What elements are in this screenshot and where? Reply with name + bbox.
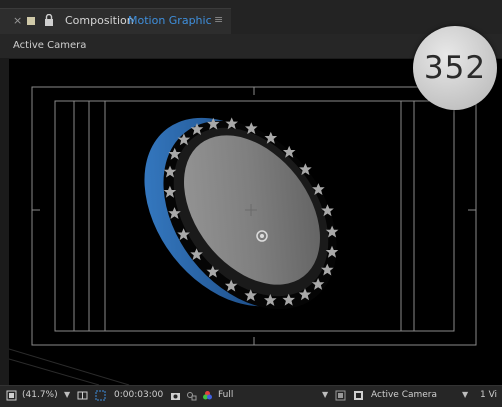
resolution-select[interactable]: Full xyxy=(218,390,233,400)
close-icon[interactable]: × xyxy=(13,14,22,27)
grid-guides-icon[interactable] xyxy=(77,390,88,401)
color-channel-icon[interactable] xyxy=(202,390,213,401)
show-snapshot-icon[interactable] xyxy=(186,390,197,401)
current-time[interactable]: 0:00:03:00 xyxy=(114,390,163,400)
page-number-badge: 352 xyxy=(413,26,497,110)
dropdown-arrow-icon[interactable]: ▼ xyxy=(322,390,328,399)
viewer-toolbar: (41.7%) ▼ 0:00:03:00 Full ▼ Active Camer… xyxy=(0,385,502,407)
active-camera-label: Active Camera xyxy=(13,40,87,51)
magnification-value[interactable]: (41.7%) xyxy=(22,390,58,400)
composition-viewer[interactable] xyxy=(9,59,502,385)
region-of-interest-icon[interactable] xyxy=(95,390,106,401)
panel-menu-icon[interactable]: ≡ xyxy=(214,13,223,26)
always-preview-icon[interactable] xyxy=(6,390,17,401)
panel-tab-bar: × Composition Motion Graphic ≡ xyxy=(0,0,502,35)
lock-icon[interactable] xyxy=(44,14,54,26)
coin-graphic[interactable] xyxy=(109,84,372,342)
view-layout-select[interactable]: 1 Vi xyxy=(480,390,497,400)
composition-tab[interactable]: × Composition Motion Graphic ≡ xyxy=(0,8,231,35)
color-swatch-icon xyxy=(27,17,35,25)
tab-label: Composition xyxy=(65,14,134,27)
3d-view-icon[interactable] xyxy=(353,390,364,401)
snapshot-icon[interactable] xyxy=(170,390,181,401)
camera-select[interactable]: Active Camera xyxy=(371,390,437,400)
viewer-canvas xyxy=(9,84,477,385)
background-texture xyxy=(9,348,130,385)
composition-name[interactable]: Motion Graphic xyxy=(128,14,212,27)
dropdown-arrow-icon[interactable]: ▼ xyxy=(462,390,468,399)
page-number: 352 xyxy=(423,50,487,86)
toggle-transparency-icon[interactable] xyxy=(335,390,346,401)
dropdown-arrow-icon[interactable]: ▼ xyxy=(64,390,70,399)
